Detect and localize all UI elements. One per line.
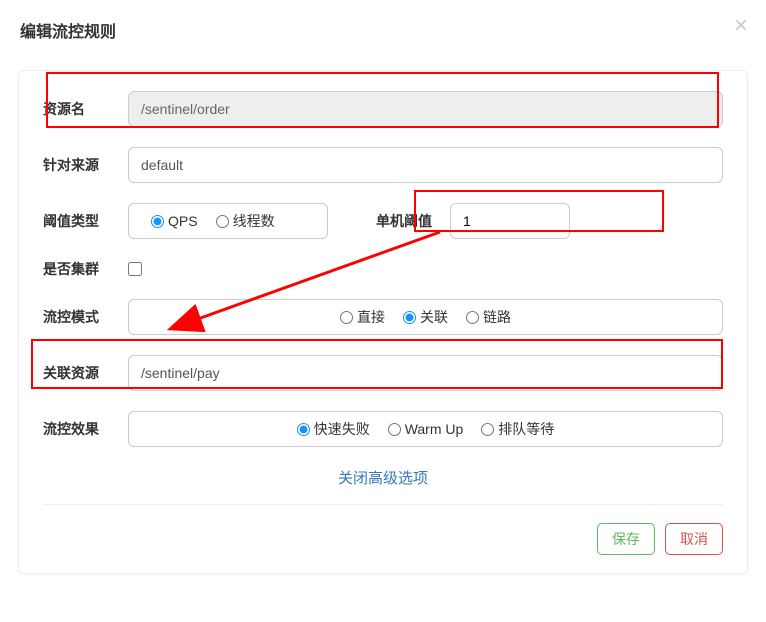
radio-input-threads[interactable] [216,215,229,228]
radio-label-threads: 线程数 [233,211,275,231]
label-related: 关联资源 [43,363,128,383]
radio-input-mode-chain[interactable] [466,311,479,324]
radio-effect-warmup[interactable]: Warm Up [388,421,464,437]
radio-label-mode-chain: 链路 [483,307,511,327]
input-resource[interactable] [128,91,723,127]
radio-effect-queue[interactable]: 排队等待 [481,419,554,439]
radio-input-effect-queue[interactable] [481,423,494,436]
checkbox-cluster[interactable] [128,262,142,276]
label-mode: 流控模式 [43,307,128,327]
modal-header: 编辑流控规则 × [0,0,766,60]
input-related[interactable] [128,355,723,391]
cancel-button[interactable]: 取消 [665,523,723,555]
label-source: 针对来源 [43,155,128,175]
radio-label-mode-related: 关联 [420,307,448,327]
save-button[interactable]: 保存 [597,523,655,555]
divider [43,504,723,505]
radio-input-effect-fastfail[interactable] [297,423,310,436]
row-close-advanced: 关闭高级选项 [43,467,723,488]
radio-input-effect-warmup[interactable] [388,423,401,436]
radio-mode-direct[interactable]: 直接 [340,307,385,327]
radio-label-effect-fastfail: 快速失败 [314,419,370,439]
row-threshold: 阈值类型 QPS 线程数 单机阈值 [43,203,723,239]
radio-label-effect-queue: 排队等待 [498,419,554,439]
radio-group-effect: 快速失败 Warm Up 排队等待 [128,411,723,447]
radio-mode-chain[interactable]: 链路 [466,307,511,327]
radio-label-qps: QPS [168,213,198,229]
radio-input-mode-direct[interactable] [340,311,353,324]
link-close-advanced[interactable]: 关闭高级选项 [338,470,428,487]
row-mode: 流控模式 直接 关联 链路 [43,299,723,335]
radio-group-mode: 直接 关联 链路 [128,299,723,335]
footer: 保存 取消 [43,523,723,555]
row-source: 针对来源 [43,147,723,183]
modal-title: 编辑流控规则 [20,24,116,41]
input-source[interactable] [128,147,723,183]
radio-qps[interactable]: QPS [151,213,198,229]
label-effect: 流控效果 [43,419,128,439]
close-icon[interactable]: × [734,12,748,40]
input-threshold-value[interactable] [450,203,570,239]
radio-effect-fastfail[interactable]: 快速失败 [297,419,370,439]
radio-mode-related[interactable]: 关联 [403,307,448,327]
label-resource: 资源名 [43,99,128,119]
radio-input-mode-related[interactable] [403,311,416,324]
row-effect: 流控效果 快速失败 Warm Up 排队等待 [43,411,723,447]
modal-body: 资源名 针对来源 阈值类型 QPS 线程数 单机阈值 是否集群 流控模式 [18,70,748,574]
row-related: 关联资源 [43,355,723,391]
radio-threads[interactable]: 线程数 [216,211,275,231]
row-cluster: 是否集群 [43,259,723,279]
row-resource: 资源名 [43,91,723,127]
label-threshold-value: 单机阈值 [376,211,432,231]
label-cluster: 是否集群 [43,259,128,279]
radio-input-qps[interactable] [151,215,164,228]
label-threshold-type: 阈值类型 [43,211,128,231]
radio-label-mode-direct: 直接 [357,307,385,327]
radio-label-effect-warmup: Warm Up [405,421,464,437]
radio-group-threshold-type: QPS 线程数 [128,203,328,239]
